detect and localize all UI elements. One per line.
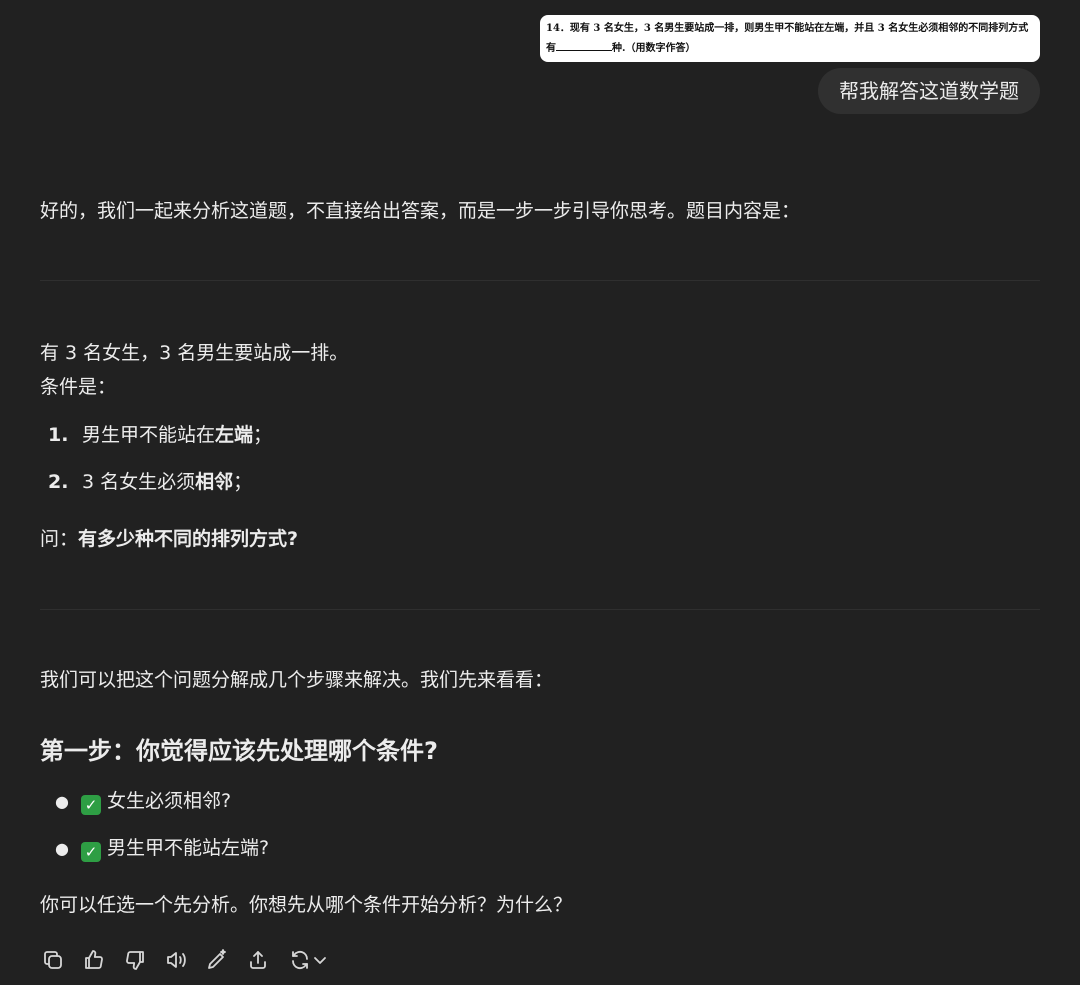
check-mark-icon: ✓	[81, 842, 101, 862]
regenerate-button[interactable]	[286, 947, 330, 973]
image-text-line2: 有 种.（用数字作答）	[546, 39, 1034, 59]
condition-suffix: ；	[253, 424, 273, 446]
condition-bold: 相邻	[195, 471, 234, 493]
copy-button[interactable]	[40, 947, 66, 973]
decompose-text: 我们可以把这个问题分解成几个步骤来解决。我们先来看看：	[40, 669, 554, 691]
bullet: ●	[55, 792, 69, 811]
closing-question: 你可以任选一个先分析。你想先从哪个条件开始分析？为什么？	[40, 894, 573, 916]
assistant-intro: 好的，我们一起来分析这道题，不直接给出答案，而是一步一步引导你思考。题目内容是：	[40, 200, 801, 222]
thumbs-down-icon	[126, 951, 144, 970]
divider	[40, 609, 1040, 610]
condition-text: 3 名女生必须	[82, 471, 196, 493]
condition-number: 1.	[48, 424, 69, 446]
condition-suffix: ；	[233, 471, 253, 493]
image-text-line1: 14．现有 3 名女生，3 名男生要站成一排，则男生甲不能站在左端，并且 3 名…	[546, 23, 1029, 34]
read-aloud-button[interactable]	[163, 947, 189, 973]
condition-number: 2.	[48, 471, 69, 493]
chevron-down-icon	[314, 957, 326, 964]
bullet: ●	[55, 839, 69, 858]
edit-icon	[208, 949, 226, 969]
option-text: 男生甲不能站左端?	[107, 837, 270, 859]
user-message-bubble: 帮我解答这道数学题	[818, 68, 1040, 114]
share-icon	[250, 951, 266, 969]
image-text-line2-suffix: 种.（用数字作答）	[612, 43, 696, 54]
thumbs-up-icon	[85, 950, 103, 969]
attached-question-image[interactable]: 14．现有 3 名女生，3 名男生要站成一排，则男生甲不能站在左端，并且 3 名…	[540, 15, 1040, 62]
copy-icon	[44, 951, 62, 969]
option-item: ● ✓ 女生必须相邻?	[55, 786, 231, 817]
read-aloud-icon	[167, 952, 186, 968]
edit-button[interactable]	[204, 947, 230, 973]
divider	[40, 280, 1040, 281]
condition-item: 2. 3 名女生必须相邻；	[48, 467, 252, 497]
image-text-line2-prefix: 有	[546, 43, 556, 54]
share-button[interactable]	[245, 947, 271, 973]
regenerate-icon	[292, 950, 308, 970]
question-prefix: 问：	[40, 528, 79, 550]
condition-bold: 左端	[215, 424, 254, 446]
step1-heading: 第一步：你觉得应该先处理哪个条件?	[40, 737, 438, 765]
message-actions	[40, 946, 345, 974]
question-bold: 有多少种不同的排列方式?	[78, 528, 299, 550]
option-item: ● ✓ 男生甲不能站左端?	[55, 833, 269, 864]
answer-blank	[556, 40, 612, 51]
question-line: 问：有多少种不同的排列方式?	[40, 524, 298, 554]
thumbs-down-button[interactable]	[122, 947, 148, 973]
condition-item: 1. 男生甲不能站在左端；	[48, 420, 272, 450]
check-mark-icon: ✓	[81, 795, 101, 815]
conditions-label: 条件是：	[40, 376, 117, 398]
option-text: 女生必须相邻?	[107, 790, 232, 812]
condition-text: 男生甲不能站在	[82, 424, 216, 446]
thumbs-up-button[interactable]	[81, 947, 107, 973]
problem-statement: 有 3 名女生，3 名男生要站成一排。	[40, 342, 349, 364]
